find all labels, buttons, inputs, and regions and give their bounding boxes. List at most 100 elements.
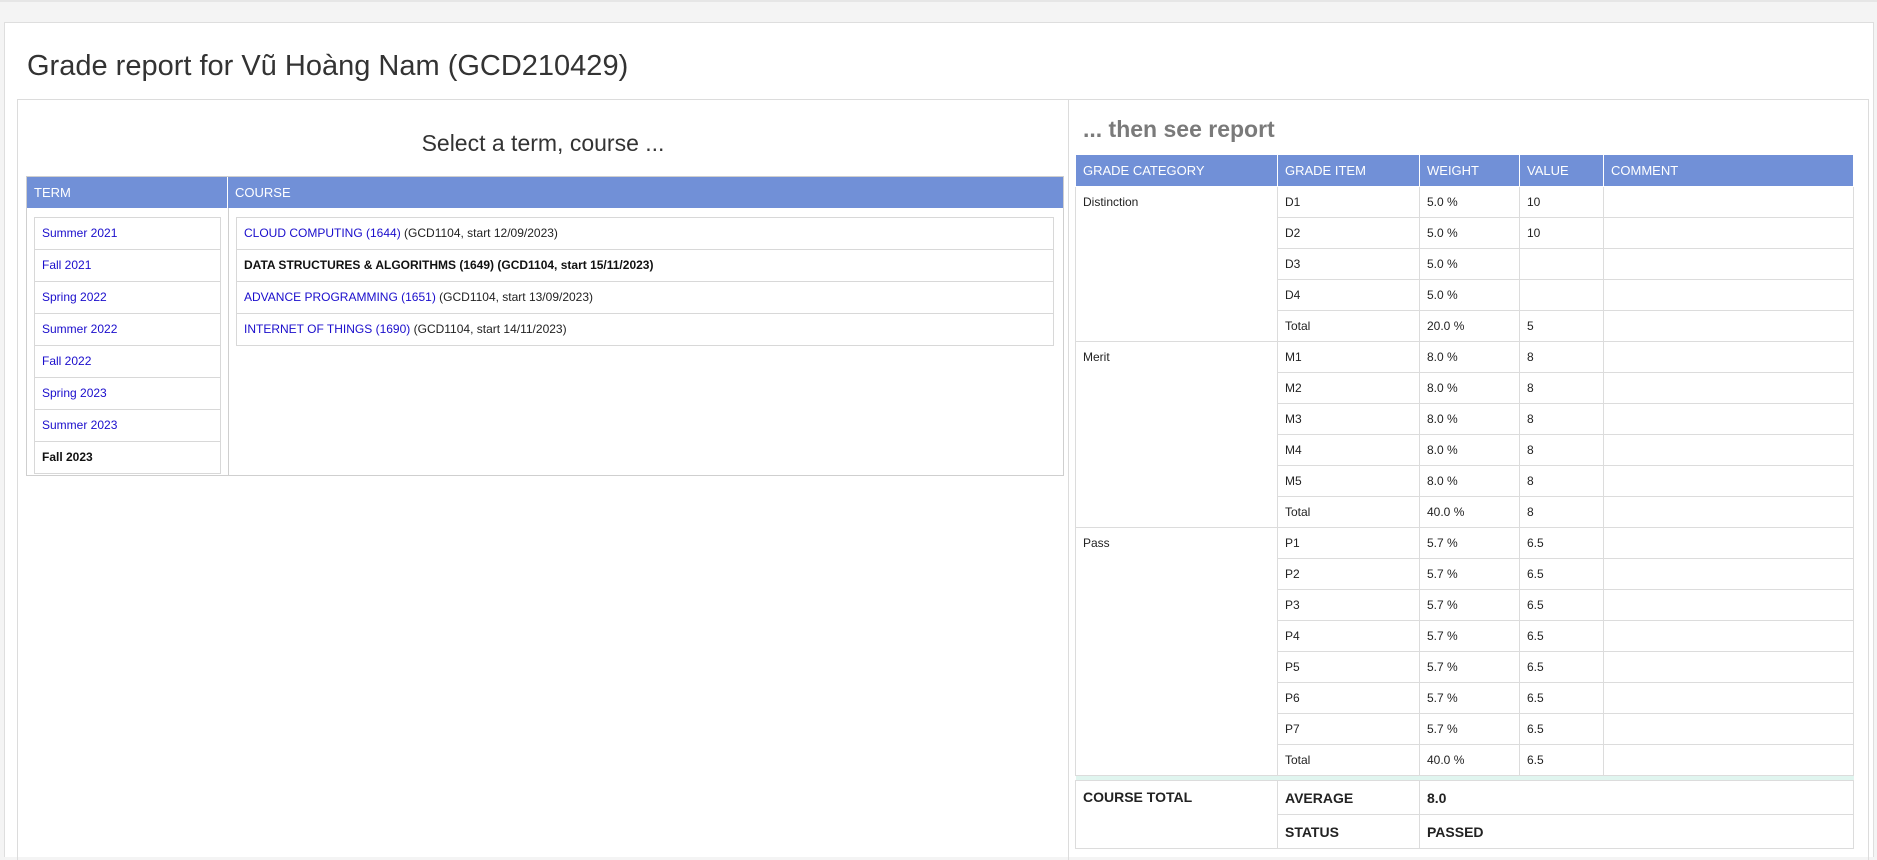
grade-weight: 8.0 % [1419,341,1520,373]
term-item: Summer 2023 [35,410,220,442]
term-link-spring-2023[interactable]: Spring 2023 [42,386,107,400]
term-current-fall-2023: Fall 2023 [42,450,93,464]
term-link-summer-2021[interactable]: Summer 2021 [42,226,117,240]
grade-value: 10 [1519,186,1604,218]
grade-comment [1603,403,1854,435]
table-row: Distinction D1 5.0 % 10 [1075,186,1854,342]
grade-weight: 5.0 % [1419,186,1520,218]
grade-item: M5 [1277,465,1420,497]
grade-comment [1603,744,1854,776]
course-item: INTERNET OF THINGS (1690) (GCD1104, star… [237,314,1053,345]
grade-table-header: GRADE CATEGORY GRADE ITEM WEIGHT VALUE C… [1075,155,1854,187]
grade-weight: 8.0 % [1419,465,1520,497]
grade-item: P6 [1277,682,1420,714]
term-link-fall-2021[interactable]: Fall 2021 [42,258,91,272]
grade-item: P5 [1277,651,1420,683]
grade-category-pass: Pass [1075,527,1278,776]
term-list: Summer 2021 Fall 2021 Spring 2022 Summer… [34,217,221,474]
grade-item: D2 [1277,217,1420,249]
course-current-data-structures: DATA STRUCTURES & ALGORITHMS (1649) [244,258,495,272]
grade-category-merit: Merit [1075,341,1278,528]
grade-weight: 5.0 % [1419,248,1520,280]
grade-item: M1 [1277,341,1420,373]
grade-value: 8 [1519,372,1604,404]
course-meta: (GCD1104, start 13/09/2023) [439,290,594,304]
course-link-internet-of-things[interactable]: INTERNET OF THINGS (1690) [244,322,410,336]
grade-comment [1603,527,1854,559]
grade-comment [1603,713,1854,745]
grade-item: P3 [1277,589,1420,621]
column-divider [228,208,229,475]
grade-table: GRADE CATEGORY GRADE ITEM WEIGHT VALUE C… [1075,155,1854,849]
grade-value: 6.5 [1519,744,1604,776]
grade-value: 6.5 [1519,527,1604,559]
grade-weight: 5.7 % [1419,558,1520,590]
grade-weight: 8.0 % [1419,372,1520,404]
grade-comment [1603,341,1854,373]
course-header: COURSE [235,185,291,200]
course-total-label: COURSE TOTAL [1075,780,1278,849]
term-item: Summer 2022 [35,314,220,346]
report-title: ... then see report [1083,116,1275,142]
grade-comment [1603,279,1854,311]
selector-header: TERM COURSE [27,177,1063,208]
header-grade-category: GRADE CATEGORY [1075,155,1278,187]
grade-weight: 5.7 % [1419,651,1520,683]
select-title: Select a term, course ... [421,130,665,156]
grade-item: D1 [1277,186,1420,218]
grade-item: P1 [1277,527,1420,559]
grade-weight: 8.0 % [1419,403,1520,435]
grade-value: 8 [1519,465,1604,497]
grade-comment [1603,651,1854,683]
term-link-spring-2022[interactable]: Spring 2022 [42,290,107,304]
header-comment: COMMENT [1603,155,1854,187]
grade-report-panel: Grade report for Vũ Hoàng Nam (GCD210429… [4,22,1874,860]
grade-item: Total [1277,310,1420,342]
term-header: TERM [27,177,228,208]
term-link-fall-2022[interactable]: Fall 2022 [42,354,91,368]
grade-comment [1603,372,1854,404]
header-weight: WEIGHT [1419,155,1520,187]
table-row: Pass P1 5.7 % 6.5 [1075,527,1854,776]
grade-item: D4 [1277,279,1420,311]
grade-value: 6.5 [1519,713,1604,745]
term-link-summer-2022[interactable]: Summer 2022 [42,322,117,336]
grade-weight: 5.7 % [1419,527,1520,559]
term-link-summer-2023[interactable]: Summer 2023 [42,418,117,432]
grade-comment [1603,620,1854,652]
grade-comment [1603,465,1854,497]
grade-value: 6.5 [1519,558,1604,590]
course-item: CLOUD COMPUTING (1644) (GCD1104, start 1… [237,218,1053,250]
table-row: Merit M1 8.0 % 8 [1075,341,1854,528]
grade-value: 10 [1519,217,1604,249]
status-value: PASSED [1419,814,1854,849]
course-link-advance-programming[interactable]: ADVANCE PROGRAMMING (1651) [244,290,436,304]
status-label: STATUS [1277,814,1420,849]
grade-weight: 5.7 % [1419,713,1520,745]
header-value: VALUE [1519,155,1604,187]
grade-value: 6.5 [1519,651,1604,683]
grade-weight: 40.0 % [1419,496,1520,528]
term-item: Fall 2022 [35,346,220,378]
grade-category-distinction: Distinction [1075,186,1278,342]
grade-weight: 20.0 % [1419,310,1520,342]
grade-comment [1603,558,1854,590]
grade-value [1519,279,1604,311]
term-item: Spring 2022 [35,282,220,314]
grade-item: M4 [1277,434,1420,466]
grade-item: Total [1277,496,1420,528]
grade-weight: 8.0 % [1419,434,1520,466]
grade-item: M3 [1277,403,1420,435]
term-item: Summer 2021 [35,218,220,250]
grade-item: P7 [1277,713,1420,745]
grade-item: D3 [1277,248,1420,280]
grade-comment [1603,248,1854,280]
term-item: Fall 2021 [35,250,220,282]
average-label: AVERAGE [1277,780,1420,815]
course-item-selected: DATA STRUCTURES & ALGORITHMS (1649) (GCD… [237,250,1053,282]
grade-value: 8 [1519,496,1604,528]
grade-weight: 5.7 % [1419,620,1520,652]
course-link-cloud-computing[interactable]: CLOUD COMPUTING (1644) [244,226,401,240]
grade-comment [1603,310,1854,342]
grade-weight: 5.7 % [1419,682,1520,714]
